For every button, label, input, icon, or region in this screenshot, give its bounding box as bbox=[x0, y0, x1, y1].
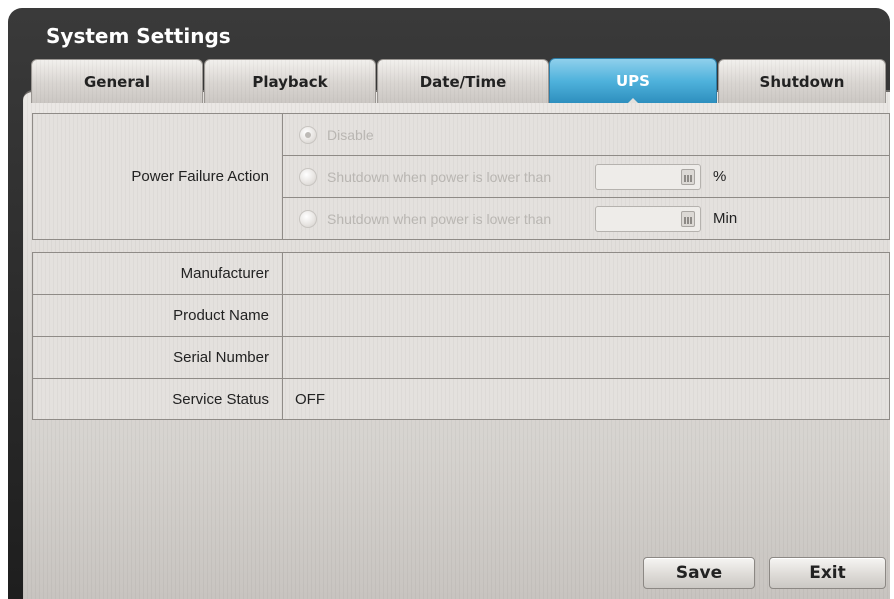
tab-date-time[interactable]: Date/Time bbox=[377, 59, 549, 103]
minutes-input[interactable] bbox=[595, 205, 701, 232]
percent-unit: % bbox=[713, 168, 727, 185]
save-button[interactable]: Save bbox=[643, 557, 755, 589]
power-failure-options: Disable Shutdown when power is lower tha… bbox=[283, 114, 889, 239]
power-failure-action-label: Power Failure Action bbox=[33, 114, 283, 239]
table-row: Manufacturer bbox=[33, 253, 889, 295]
tab-general[interactable]: General bbox=[31, 59, 203, 103]
option-shutdown-minutes[interactable]: Shutdown when power is lower than Min bbox=[283, 198, 889, 239]
serial-number-value bbox=[283, 337, 889, 378]
active-tab-indicator bbox=[628, 98, 638, 103]
tab-ups[interactable]: UPS bbox=[549, 58, 717, 103]
product-name-value bbox=[283, 295, 889, 336]
keyboard-icon[interactable] bbox=[681, 168, 695, 185]
manufacturer-value bbox=[283, 253, 889, 294]
tab-shutdown[interactable]: Shutdown bbox=[718, 59, 886, 103]
product-name-label: Product Name bbox=[33, 295, 283, 336]
radio-button-icon[interactable] bbox=[299, 125, 317, 144]
table-row: Serial Number bbox=[33, 337, 889, 379]
option-shutdown-minutes-label: Shutdown when power is lower than bbox=[327, 210, 552, 227]
tab-ups-label: UPS bbox=[616, 72, 650, 90]
percent-input[interactable] bbox=[595, 163, 701, 190]
option-disable[interactable]: Disable bbox=[283, 114, 889, 156]
minutes-unit: Min bbox=[713, 210, 738, 227]
manufacturer-label: Manufacturer bbox=[33, 253, 283, 294]
keyboard-icon[interactable] bbox=[681, 210, 695, 227]
service-status-value: OFF bbox=[295, 391, 325, 408]
option-disable-label: Disable bbox=[327, 126, 374, 143]
power-failure-table: Power Failure Action Disable Shutdown wh… bbox=[32, 113, 890, 240]
option-shutdown-percent[interactable]: Shutdown when power is lower than % bbox=[283, 156, 889, 198]
radio-button-icon[interactable] bbox=[299, 209, 317, 228]
ups-info-table: Manufacturer Product Name Serial Number … bbox=[32, 252, 890, 420]
radio-button-icon[interactable] bbox=[299, 167, 317, 186]
option-shutdown-percent-label: Shutdown when power is lower than bbox=[327, 168, 552, 185]
serial-number-label: Serial Number bbox=[33, 337, 283, 378]
window-title: System Settings bbox=[46, 24, 231, 48]
tab-playback[interactable]: Playback bbox=[204, 59, 376, 103]
service-status-label: Service Status bbox=[33, 379, 283, 420]
exit-button[interactable]: Exit bbox=[769, 557, 886, 589]
table-row: Product Name bbox=[33, 295, 889, 337]
table-row: Service Status OFF bbox=[33, 379, 889, 420]
